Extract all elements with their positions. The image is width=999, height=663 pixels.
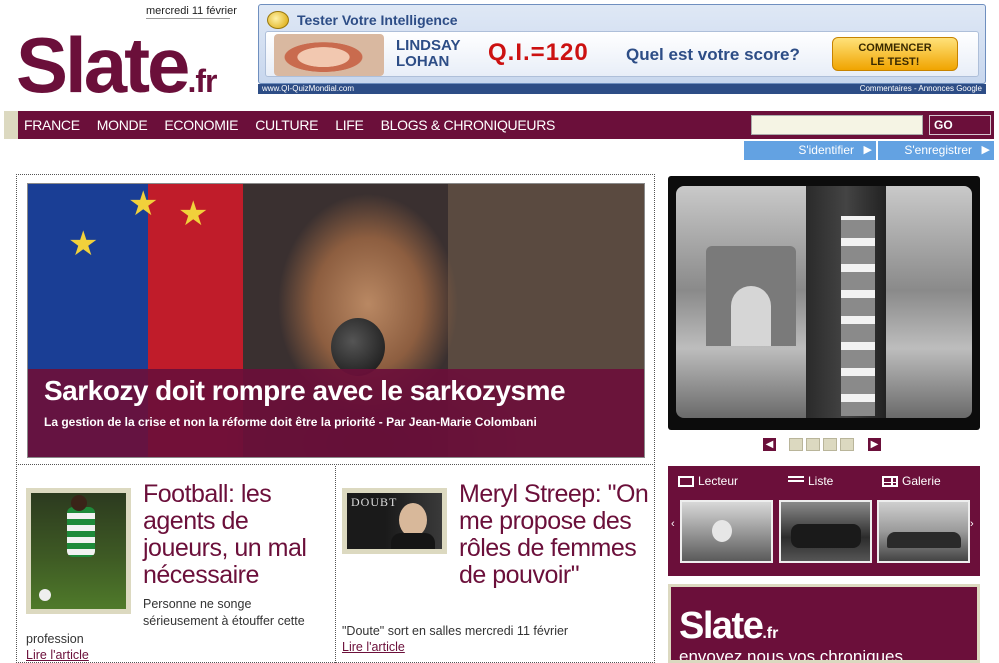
main-nav: FRANCE MONDE ECONOMIE CULTURE LIFE BLOGS… (4, 111, 742, 139)
tab-galerie[interactable]: Galerie (882, 474, 941, 488)
media-gallery: Lecteur Liste Galerie ‹ › (668, 466, 980, 576)
thumb-face-shape (712, 520, 732, 542)
search-go-button[interactable]: GO (929, 115, 991, 135)
ball-shape (39, 589, 51, 601)
tab-lecteur[interactable]: Lecteur (678, 474, 738, 488)
article-teaser-football-2: sérieusement à étouffer cette (143, 614, 305, 628)
slideshow-page-dot[interactable] (789, 438, 803, 451)
slideshow-next-button[interactable]: ▶ (868, 438, 881, 451)
feature-story[interactable]: ★ ★ ★ Sarkozy doit rompre avec le sarkoz… (27, 183, 645, 458)
feature-caption: Sarkozy doit rompre avec le sarkozysme L… (28, 369, 644, 457)
nav-item-culture[interactable]: CULTURE (255, 117, 318, 133)
player-shirt-shape (67, 507, 95, 557)
read-article-link-meryl[interactable]: Lire l'article (342, 640, 405, 654)
player-head-shape (71, 495, 87, 511)
promo-text: envoyez nous vos chroniques ... (679, 647, 922, 663)
ad-headline[interactable]: Tester Votre Intelligence (267, 11, 458, 29)
nav-item-economie[interactable]: ECONOMIE (164, 117, 238, 133)
slideshow-page-dot[interactable] (823, 438, 837, 451)
login-button[interactable]: S'identifier ▶ (744, 141, 876, 160)
photo-strip-shape (841, 216, 875, 416)
article-title-meryl-text: Meryl Streep: "On me propose des rôles d… (459, 480, 649, 589)
article-title-football[interactable]: Football: les agents de joueurs, un mal … (143, 481, 333, 589)
ad-headline-text: Tester Votre Intelligence (297, 12, 458, 28)
ad-portrait-image (274, 34, 384, 76)
nav-item-blogs[interactable]: BLOGS & CHRONIQUEURS (381, 117, 556, 133)
chronicles-promo[interactable]: Slate.fr envoyez nous vos chroniques ... (668, 584, 980, 663)
ad-celebrity-name: LINDSAY LOHAN (396, 38, 460, 70)
tab-lecteur-label: Lecteur (698, 474, 739, 488)
gallery-thumb-3[interactable] (877, 500, 970, 563)
search-bar: GO (742, 111, 994, 139)
photo-slideshow[interactable] (668, 176, 980, 430)
ad-name-line1: LINDSAY (396, 37, 461, 54)
ad-name-line2: LOHAN (396, 53, 450, 70)
article-title-meryl[interactable]: Meryl Streep: "On me propose des rôles d… (459, 481, 649, 589)
tab-galerie-label: Galerie (902, 474, 941, 488)
promo-logo-main: Slate (679, 605, 764, 647)
portrait-body-shape (391, 533, 435, 549)
promo-logo-suffix: .fr (762, 625, 779, 642)
logo-suffix: .fr (187, 63, 217, 99)
thumb-caption: DOUBT (351, 495, 398, 509)
portrait-face-shape (399, 503, 427, 537)
tab-liste[interactable]: Liste (788, 474, 833, 488)
flag-star-icon: ★ (68, 225, 99, 263)
slideshow-prev-button[interactable]: ◀ (763, 438, 776, 451)
date-divider (146, 18, 230, 19)
thumb-car-shape (887, 532, 961, 548)
gallery-thumb-2[interactable] (779, 500, 872, 563)
logo-main: Slate (16, 21, 190, 109)
gallery-next-icon[interactable]: › (970, 518, 974, 530)
thumb-crowd-shape (791, 524, 861, 548)
column-divider (335, 466, 336, 663)
ad-cta-line1: COMMENCER (858, 42, 932, 54)
search-input[interactable] (751, 115, 923, 135)
football-thumbnail[interactable] (26, 488, 131, 614)
ad-qi-score: Q.I.=120 (488, 39, 589, 66)
section-divider (16, 464, 655, 465)
article-teaser-football-3: profession (26, 632, 84, 646)
login-label: S'identifier (798, 143, 854, 157)
meryl-streep-thumbnail[interactable]: DOUBT (342, 488, 447, 554)
flag-star-icon: ★ (178, 195, 209, 233)
slideshow-page-dot[interactable] (840, 438, 854, 451)
slideshow-image (676, 186, 972, 418)
register-label: S'enregistrer (904, 143, 972, 157)
promo-logo: Slate.fr (679, 607, 778, 645)
nav-item-monde[interactable]: MONDE (97, 117, 148, 133)
ad-attribution-link[interactable]: Commentaires - Annonces Google (860, 84, 982, 94)
site-logo[interactable]: Slate.fr (16, 26, 217, 104)
date-label: mercredi 11 février (146, 5, 237, 17)
gallery-thumb-1[interactable] (680, 500, 773, 563)
ad-footer: www.QI-QuizMondial.com Commentaires - An… (258, 84, 986, 94)
grid-icon (882, 475, 898, 487)
ad-banner[interactable]: Tester Votre Intelligence LINDSAY LOHAN … (258, 4, 986, 84)
nav-item-france[interactable]: FRANCE (24, 117, 80, 133)
feature-subtitle: La gestion de la crise et non la réforme… (44, 415, 537, 429)
article-teaser-football-1: Personne ne songe (143, 597, 252, 611)
list-icon (788, 476, 804, 486)
slideshow-page-dot[interactable] (806, 438, 820, 451)
arch-opening-shape (731, 286, 771, 346)
nav-item-life[interactable]: LIFE (335, 117, 364, 133)
ad-cta-line2: LE TEST! (870, 56, 920, 68)
tab-liste-label: Liste (808, 474, 834, 488)
chevron-right-icon: ▶ (981, 144, 990, 156)
player-icon (678, 475, 694, 487)
ad-source-link[interactable]: www.QI-QuizMondial.com (262, 84, 354, 94)
gallery-prev-icon[interactable]: ‹ (671, 518, 675, 530)
register-button[interactable]: S'enregistrer ▶ (878, 141, 994, 160)
read-article-link-football[interactable]: Lire l'article (26, 648, 89, 662)
article-teaser-meryl: "Doute" sort en salles mercredi 11 févri… (342, 624, 569, 638)
feature-title[interactable]: Sarkozy doit rompre avec le sarkozysme (44, 375, 566, 407)
ad-body[interactable]: LINDSAY LOHAN Q.I.=120 Quel est votre sc… (265, 31, 979, 77)
ad-start-test-button[interactable]: COMMENCER LE TEST! (832, 37, 958, 71)
microphone-image (331, 318, 385, 376)
flag-star-icon: ★ (128, 185, 159, 223)
ad-question: Quel est votre score? (626, 45, 800, 64)
chevron-right-icon: ▶ (863, 144, 872, 156)
brain-globe-icon (267, 11, 289, 29)
